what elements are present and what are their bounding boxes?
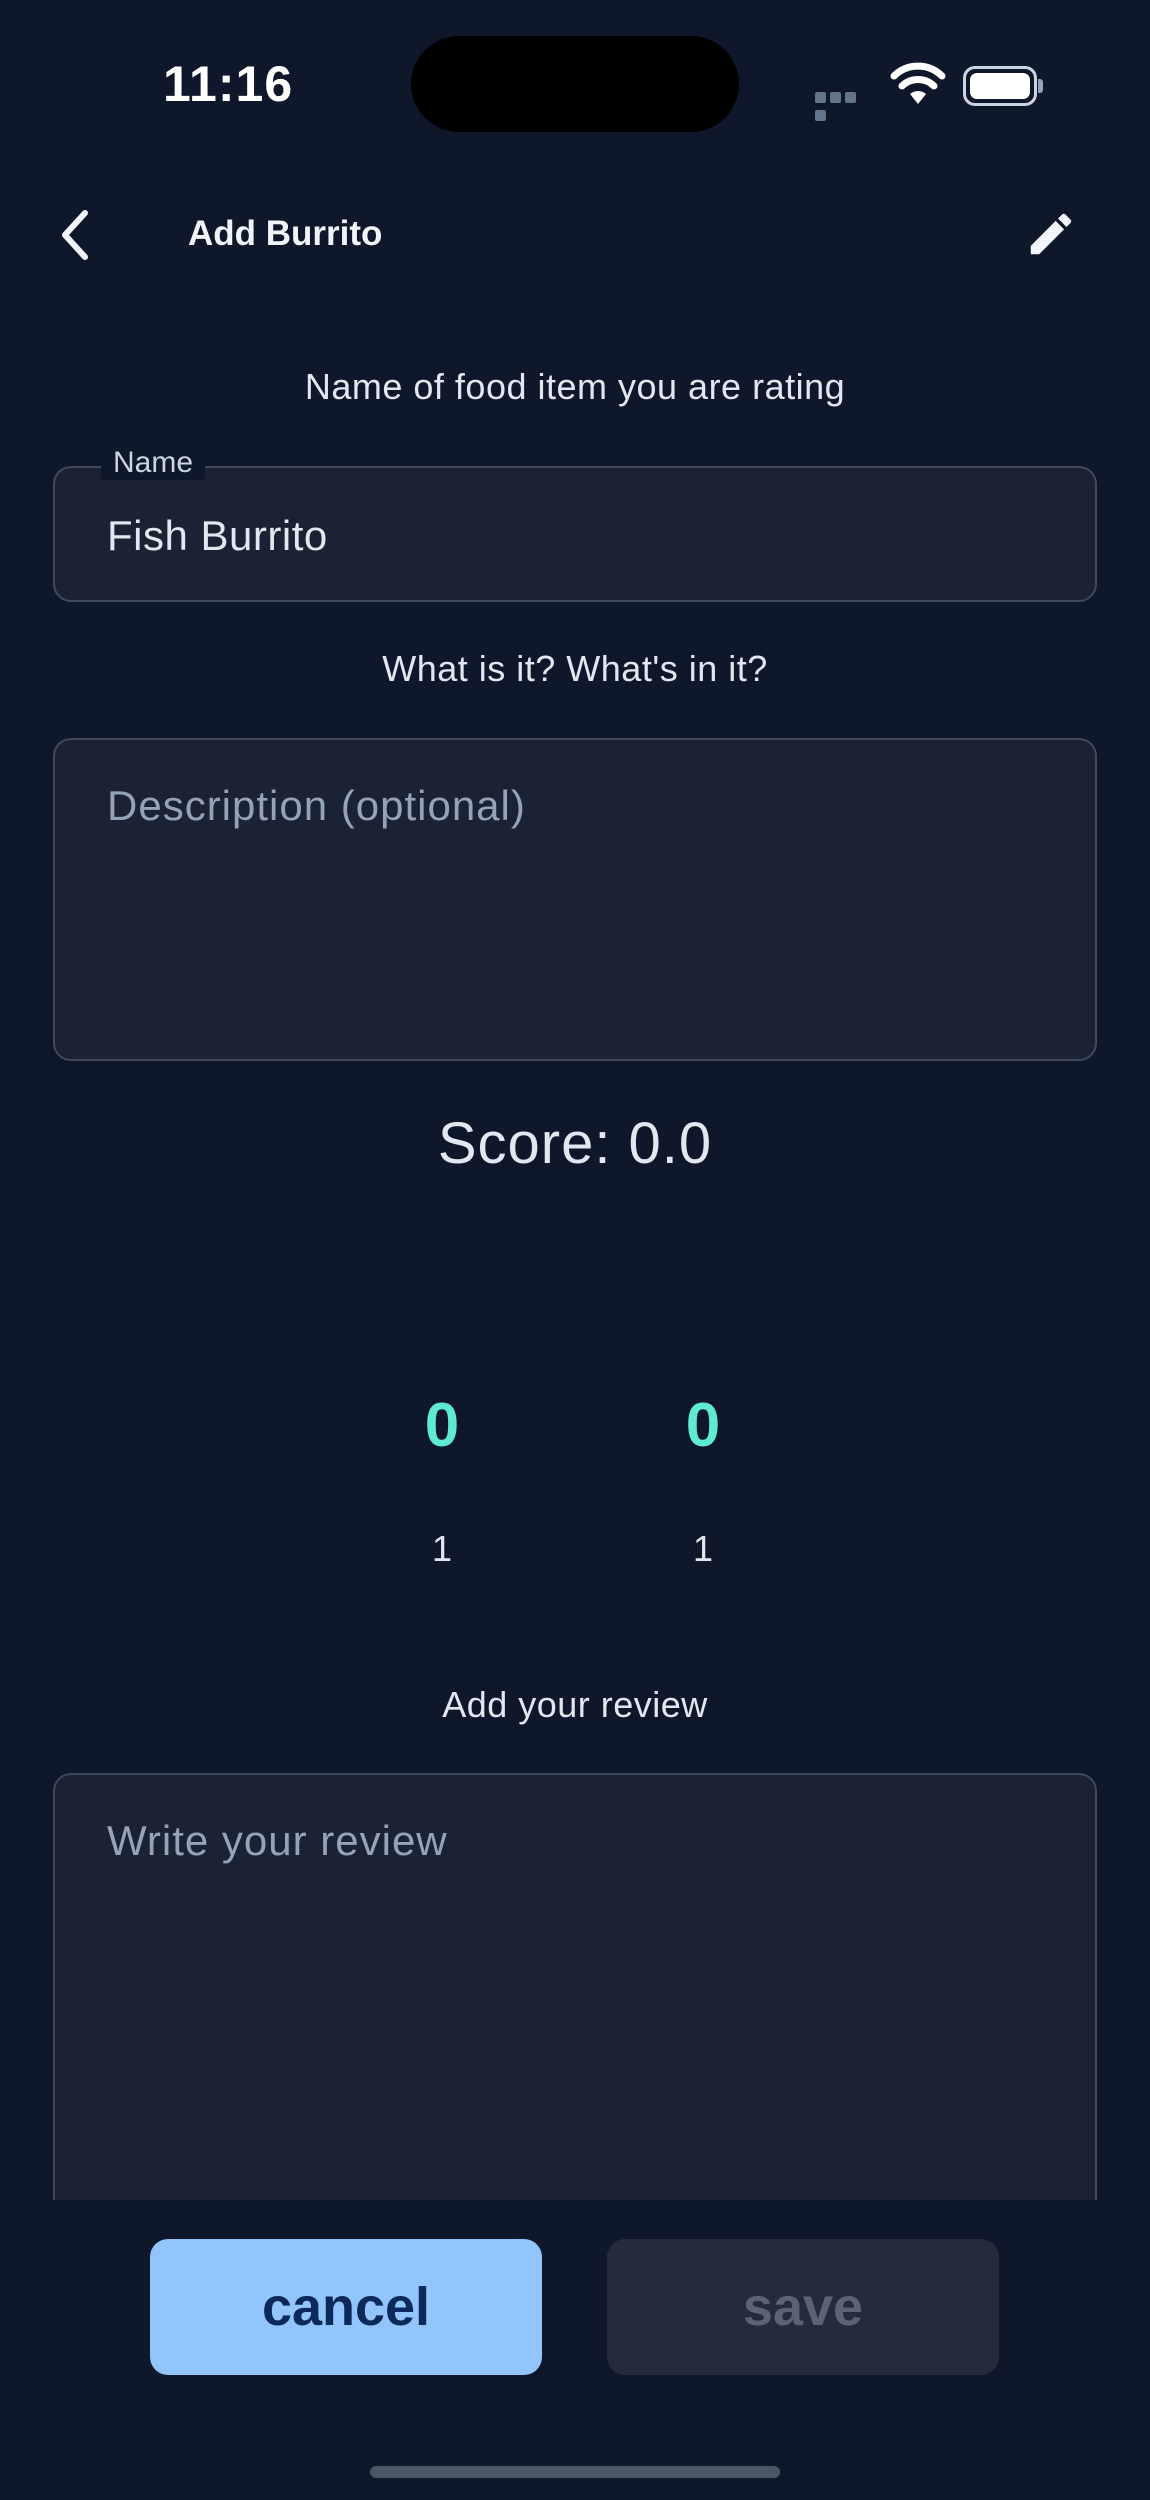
dynamic-island xyxy=(411,36,739,132)
review-caption: Add your review xyxy=(442,1684,708,1725)
pencil-icon xyxy=(1030,213,1072,255)
name-field-value: Fish Burrito xyxy=(107,512,328,559)
score-picker-2[interactable]: 0 1 xyxy=(643,1390,763,1569)
score-text: Score: 0.0 xyxy=(437,1111,713,1176)
cellular-signal-icon xyxy=(815,90,873,121)
back-button[interactable] xyxy=(40,200,110,270)
name-caption: Name of food item you are rating xyxy=(304,366,846,407)
name-field-label: Name xyxy=(101,446,206,480)
page-title: Add Burrito xyxy=(188,214,383,253)
score-picker-label: 1 xyxy=(692,1528,714,1569)
score-picker-value: 0 xyxy=(685,1391,721,1460)
status-time: 11:16 xyxy=(163,56,294,112)
description-caption: What is it? What's in it? xyxy=(382,648,768,689)
app-bar: Add Burrito xyxy=(0,190,1150,280)
review-placeholder: Write your review xyxy=(107,1817,448,1864)
battery-icon xyxy=(963,66,1043,106)
edit-button[interactable] xyxy=(1015,198,1087,270)
chevron-left-icon xyxy=(62,210,88,260)
status-bar: 11:16 xyxy=(0,0,1150,170)
home-indicator[interactable] xyxy=(370,2466,780,2478)
score-picker-value: 0 xyxy=(424,1391,460,1460)
cancel-button[interactable]: cancel xyxy=(150,2239,542,2375)
save-button[interactable]: save xyxy=(607,2239,999,2375)
score-picker-1[interactable]: 0 1 xyxy=(382,1390,502,1569)
description-field[interactable]: Description (optional) xyxy=(53,738,1097,1061)
score-picker-label: 1 xyxy=(431,1528,453,1569)
review-field[interactable]: Write your review xyxy=(53,1773,1097,2273)
name-field[interactable]: Name Fish Burrito xyxy=(53,446,1097,602)
description-placeholder: Description (optional) xyxy=(107,782,526,829)
wifi-icon xyxy=(890,62,946,106)
